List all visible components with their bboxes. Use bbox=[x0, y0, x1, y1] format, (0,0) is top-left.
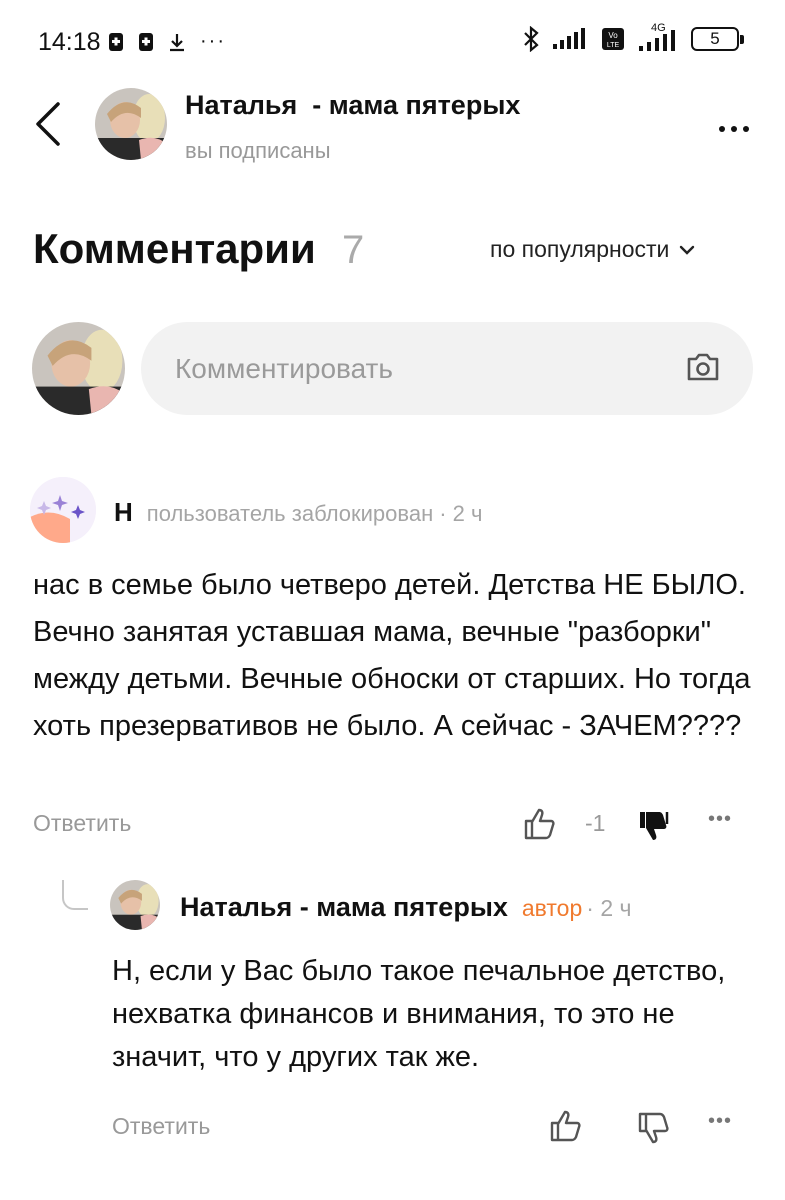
status-bar: 14:18 ··· Vo LTE 4G 5 bbox=[0, 0, 785, 80]
status-system-icons: Vo LTE 4G 5 bbox=[523, 22, 744, 52]
subscription-status: вы подписаны bbox=[185, 138, 331, 163]
comments-count: 7 bbox=[342, 228, 365, 272]
thumbs-down-icon[interactable] bbox=[636, 1110, 672, 1146]
svg-text:LTE: LTE bbox=[607, 42, 620, 49]
comment-rating: -1 bbox=[585, 810, 606, 836]
reply-author-name[interactable]: Наталья - мама пятерых bbox=[180, 892, 508, 923]
like-button[interactable] bbox=[522, 806, 558, 842]
thumbs-down-filled-icon[interactable] bbox=[636, 808, 672, 844]
status-notification-icons: ··· bbox=[108, 30, 226, 53]
chevron-down-icon bbox=[680, 245, 695, 255]
bluetooth-icon bbox=[524, 26, 539, 52]
thumbs-up-icon[interactable] bbox=[548, 1108, 584, 1144]
sort-label: по популярности bbox=[490, 236, 670, 262]
notification-app-icon bbox=[139, 32, 153, 51]
dislike-button[interactable] bbox=[636, 808, 672, 844]
battery-level: 5 bbox=[710, 29, 720, 48]
reply-reply-button[interactable]: Ответить bbox=[112, 1113, 210, 1140]
reply-like-button[interactable] bbox=[548, 1108, 584, 1144]
signal-4g-icon: 4G bbox=[637, 22, 679, 52]
author-avatar[interactable] bbox=[95, 88, 167, 160]
reply-author-row: Наталья - мама пятерых автор · 2 ч bbox=[180, 892, 631, 923]
reply-button[interactable]: Ответить bbox=[33, 810, 131, 837]
thumbs-up-icon[interactable] bbox=[522, 806, 558, 842]
comment-text: нас в семье было четверо детей. Детства … bbox=[33, 569, 751, 742]
download-icon bbox=[170, 33, 184, 51]
comment-input[interactable] bbox=[175, 322, 675, 415]
comment-author-row: Н пользователь заблокирован · 2 ч bbox=[114, 497, 482, 528]
reply-time: · 2 ч bbox=[586, 895, 632, 921]
battery-icon: 5 bbox=[691, 27, 744, 51]
reply-text: Н, если у Вас было такое печальное детст… bbox=[112, 955, 726, 1073]
author-name[interactable]: Наталья - мама пятерых bbox=[185, 90, 520, 121]
comment-author-status: пользователь заблокирован bbox=[146, 501, 434, 526]
reply-author-avatar[interactable] bbox=[110, 880, 160, 930]
sort-dropdown[interactable]: по популярности bbox=[490, 236, 695, 263]
comment-time: · 2 ч bbox=[439, 501, 483, 526]
author-badge: автор bbox=[521, 895, 583, 921]
comment-author-initial[interactable]: Н bbox=[114, 497, 133, 528]
svg-text:Vo: Vo bbox=[608, 31, 618, 40]
status-time: 14:18 bbox=[38, 28, 101, 56]
comment-input-container[interactable] bbox=[141, 322, 753, 415]
reply-dislike-button[interactable] bbox=[636, 1110, 672, 1146]
back-arrow-icon[interactable] bbox=[30, 100, 70, 148]
reply-more-icon[interactable]: ••• bbox=[708, 1110, 732, 1133]
current-user-avatar bbox=[32, 322, 125, 415]
reply-thread-line bbox=[62, 880, 88, 910]
camera-icon[interactable] bbox=[685, 350, 721, 384]
more-notifications-icon: ··· bbox=[200, 30, 226, 52]
comments-title: Комментарии bbox=[33, 225, 316, 272]
blocked-user-avatar bbox=[30, 477, 96, 543]
notification-app-icon bbox=[109, 32, 123, 51]
signal-icon bbox=[553, 28, 585, 49]
more-options-icon[interactable] bbox=[718, 108, 750, 142]
volte-icon: Vo LTE bbox=[602, 28, 624, 50]
comment-more-icon[interactable]: ••• bbox=[708, 808, 732, 831]
